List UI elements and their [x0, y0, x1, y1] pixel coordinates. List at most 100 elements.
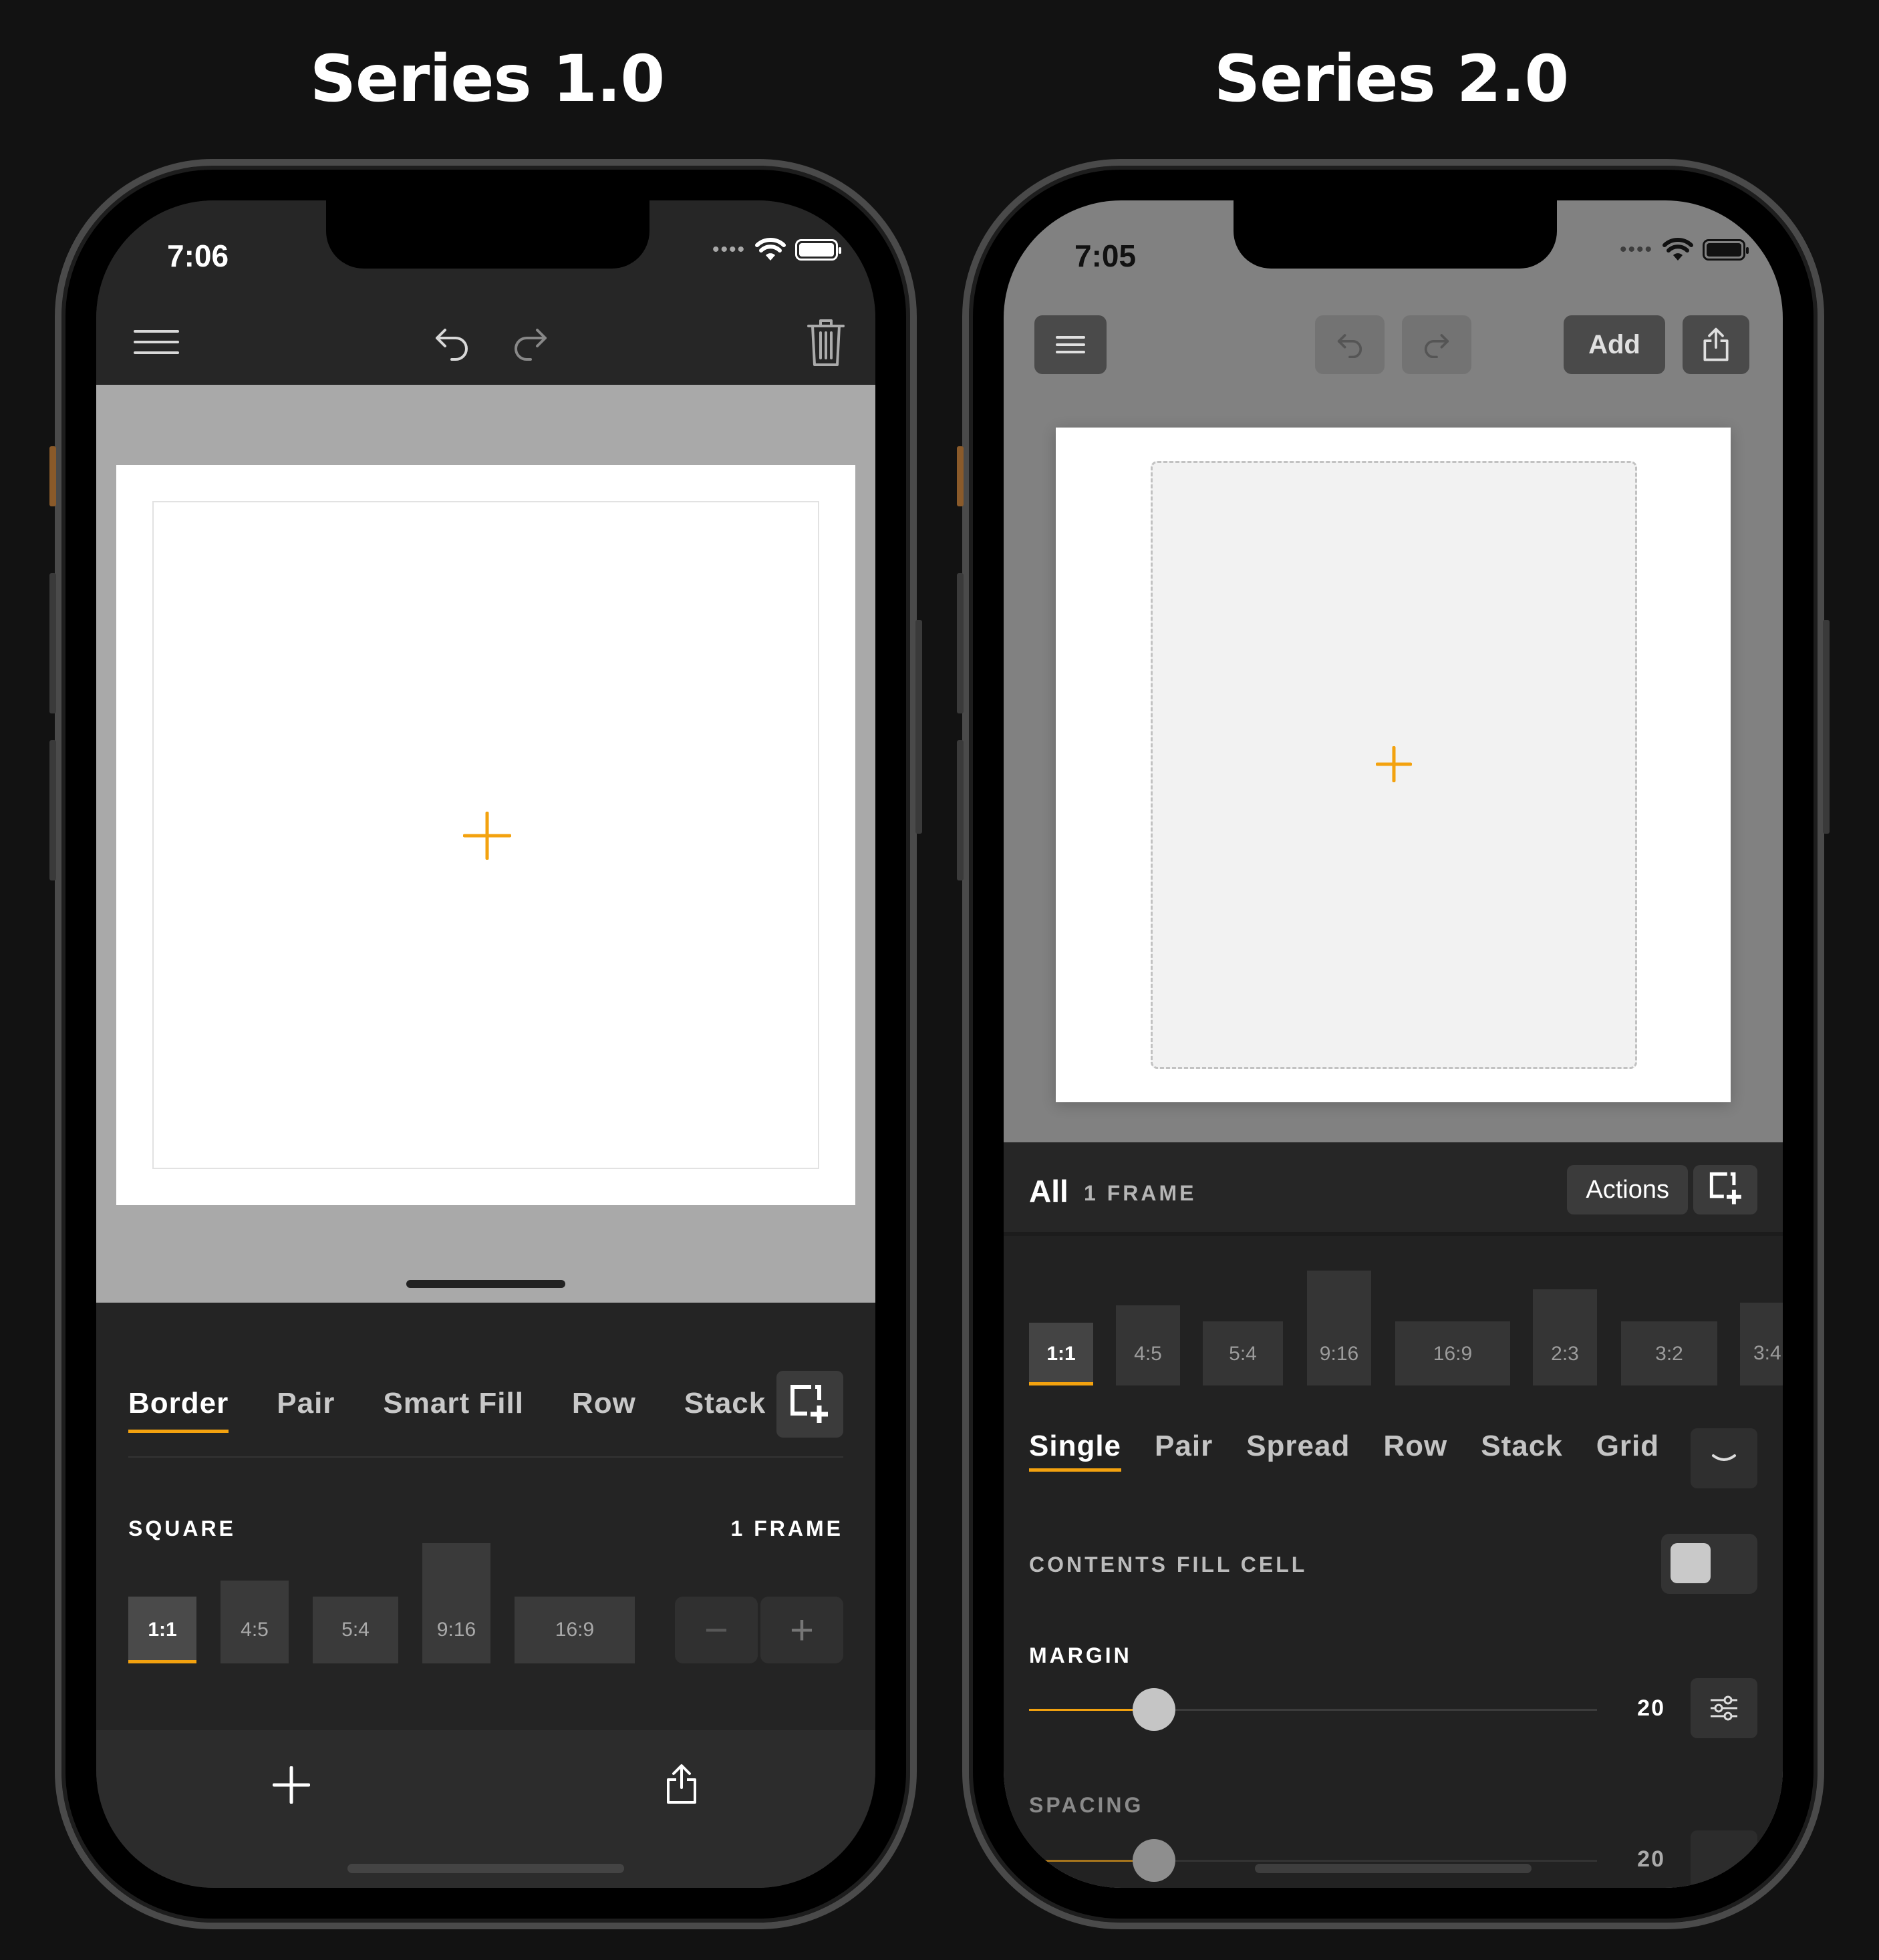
photo-cell[interactable] [152, 501, 819, 1169]
ratio-9-16[interactable]: 9:16 [1307, 1271, 1371, 1385]
ratio-16-9[interactable]: 16:9 [1395, 1321, 1510, 1385]
canvas-paper [1056, 428, 1731, 1102]
redo-icon[interactable] [512, 325, 549, 361]
volume-up-button [49, 573, 56, 713]
frame-count: 1 FRAME [730, 1516, 843, 1540]
ratio-9-16[interactable]: 9:16 [422, 1543, 490, 1663]
spacing-settings-button[interactable] [1691, 1830, 1757, 1888]
share-icon[interactable] [666, 1764, 698, 1805]
mute-switch [957, 446, 964, 506]
menu-icon [1056, 336, 1085, 353]
notch [326, 200, 649, 269]
add-button[interactable]: Add [1564, 315, 1665, 374]
ratio-4-5[interactable]: 4:5 [221, 1581, 289, 1663]
ratio-5-4[interactable]: 5:4 [1203, 1321, 1283, 1385]
frame-count: 1 FRAME [1084, 1181, 1197, 1205]
photo-cell[interactable] [1151, 461, 1637, 1069]
notch [1234, 200, 1557, 269]
ratio-picker: 1:1 4:5 5:4 9:16 16:9 2:3 3:2 3:4 [1004, 1256, 1783, 1390]
battery-icon [1703, 239, 1749, 261]
ratio-2-3[interactable]: 2:3 [1533, 1289, 1597, 1385]
status-time: 7:06 [167, 238, 229, 273]
tab-smart-fill[interactable]: Smart Fill [383, 1387, 524, 1433]
add-photo-icon[interactable] [1376, 746, 1412, 782]
increment-button[interactable]: + [760, 1597, 843, 1663]
tab-single[interactable]: Single [1029, 1430, 1122, 1472]
wifi-icon [755, 238, 786, 261]
battery-icon [795, 239, 841, 261]
status-time: 7:05 [1074, 238, 1137, 273]
ratio-3-4[interactable]: 3:4 [1740, 1303, 1783, 1385]
series-1-title: Series 1.0 [309, 41, 665, 116]
home-indicator [347, 1864, 624, 1873]
redo-icon [1424, 334, 1449, 358]
ratio-4-5[interactable]: 4:5 [1116, 1305, 1180, 1385]
bottom-bar [96, 1730, 875, 1888]
phone-series-1: 7:06 •••• Border Pair Smart Fill Row Sta… [49, 159, 922, 1929]
share-button[interactable] [1683, 315, 1749, 374]
status-icons: •••• [1619, 238, 1749, 262]
wifi-icon [1663, 238, 1693, 261]
all-frames-label[interactable]: All [1029, 1173, 1068, 1209]
tab-pair[interactable]: Pair [1155, 1430, 1213, 1472]
canvas-area[interactable] [96, 385, 875, 1303]
decrement-button[interactable]: − [675, 1597, 758, 1663]
options-panel: All 1 FRAME Actions 1:1 4:5 5:4 9:16 16:… [1004, 1142, 1783, 1888]
ratio-3-2[interactable]: 3:2 [1621, 1321, 1717, 1385]
redo-button[interactable] [1402, 315, 1471, 374]
cellular-icon: •••• [1619, 238, 1653, 261]
plus-icon[interactable] [273, 1766, 310, 1804]
volume-up-button [957, 573, 964, 713]
screen: 7:06 •••• Border Pair Smart Fill Row Sta… [96, 200, 875, 1888]
options-panel: Border Pair Smart Fill Row Stack SQUARE … [96, 1303, 875, 1730]
series-2-title: Series 2.0 [1213, 41, 1569, 116]
margin-slider-thumb[interactable] [1133, 1688, 1175, 1731]
spacing-slider[interactable] [1029, 1839, 1597, 1882]
ratio-16-9[interactable]: 16:9 [515, 1597, 635, 1663]
margin-settings-button[interactable] [1691, 1678, 1757, 1738]
tab-stack[interactable]: Stack [684, 1387, 766, 1433]
undo-icon[interactable] [433, 325, 470, 361]
expand-button[interactable] [1691, 1428, 1757, 1488]
add-frame-icon [1709, 1172, 1741, 1204]
ratio-5-4[interactable]: 5:4 [313, 1597, 398, 1663]
power-button [915, 620, 922, 834]
tab-stack[interactable]: Stack [1481, 1430, 1562, 1472]
sliders-icon [1711, 1695, 1737, 1721]
panel-grabber[interactable] [406, 1280, 565, 1288]
tab-grid[interactable]: Grid [1596, 1430, 1659, 1472]
add-frame-button[interactable] [776, 1371, 843, 1438]
status-icons: •••• [712, 238, 841, 262]
tab-row[interactable]: Row [1383, 1430, 1447, 1472]
undo-icon [1337, 334, 1362, 358]
tab-pair[interactable]: Pair [277, 1387, 335, 1433]
layout-tabs: Border Pair Smart Fill Row Stack [128, 1387, 766, 1433]
spacing-slider-thumb[interactable] [1133, 1839, 1175, 1882]
frames-header: All 1 FRAME Actions [1004, 1142, 1783, 1236]
contents-fill-toggle[interactable] [1661, 1534, 1757, 1594]
tab-border[interactable]: Border [128, 1387, 229, 1433]
share-icon [1703, 327, 1729, 361]
screen: 7:05 •••• Add All 1 FRAME Actions 1:1 4:… [1004, 200, 1783, 1888]
trash-icon[interactable] [806, 317, 846, 367]
undo-button[interactable] [1315, 315, 1385, 374]
ratio-1-1[interactable]: 1:1 [1029, 1323, 1093, 1385]
divider [128, 1456, 843, 1458]
ratio-picker: 1:1 4:5 5:4 9:16 16:9 [128, 1530, 636, 1663]
volume-down-button [49, 740, 56, 880]
margin-slider[interactable] [1029, 1688, 1597, 1731]
cellular-icon: •••• [712, 238, 746, 261]
tab-row[interactable]: Row [572, 1387, 636, 1433]
menu-icon[interactable] [134, 329, 179, 355]
actions-button[interactable]: Actions [1567, 1165, 1688, 1214]
ratio-1-1[interactable]: 1:1 [128, 1597, 196, 1663]
mute-switch [49, 446, 56, 506]
margin-value: 20 [1637, 1695, 1665, 1721]
add-frame-button[interactable] [1693, 1165, 1757, 1214]
contents-fill-label: CONTENTS FILL CELL [1029, 1553, 1308, 1577]
tab-spread[interactable]: Spread [1246, 1430, 1350, 1472]
add-photo-icon[interactable] [463, 812, 511, 860]
phone-series-2: 7:05 •••• Add All 1 FRAME Actions 1:1 4:… [957, 159, 1830, 1929]
menu-button[interactable] [1034, 315, 1107, 374]
home-indicator [1255, 1864, 1532, 1873]
